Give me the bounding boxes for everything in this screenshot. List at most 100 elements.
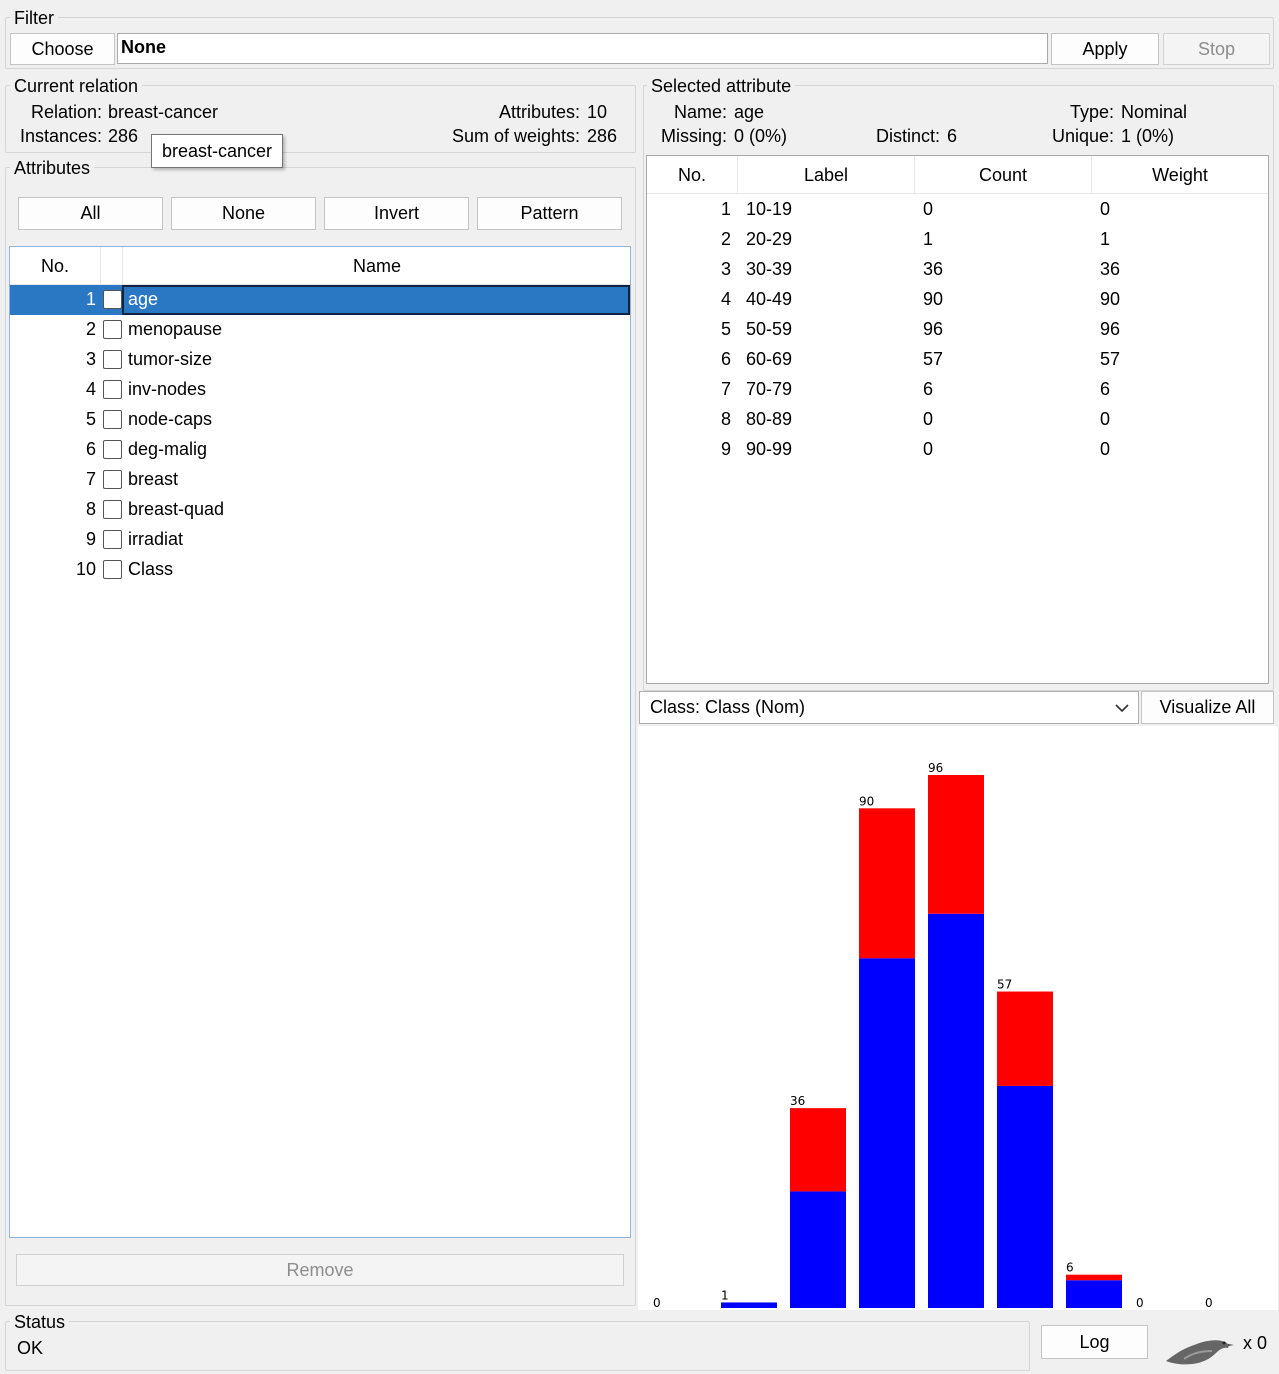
stop-button[interactable]: Stop [1163,33,1270,65]
attribute-row-name: tumor-size [128,349,213,369]
col-header-name[interactable]: Name [123,255,631,277]
attribute-checkbox[interactable] [103,500,122,519]
attribute-checkbox[interactable] [103,320,122,339]
instances-label: Instances: [19,126,102,146]
attribute-row-number: 4 [85,379,96,399]
bar-30-39-series-1 [790,1108,846,1192]
attribute-row-number: 5 [85,409,96,429]
attribute-checkbox[interactable] [103,470,122,489]
sel-missing-value: 0 (0%) [734,126,788,146]
label-row-weight: 1 [1100,229,1111,249]
bar-30-39-series-0 [790,1191,846,1308]
col-header-count[interactable]: Count [915,164,1091,186]
attributes-table[interactable]: No. Name 1 age 2 menopause 3 tumor-size … [9,246,631,1238]
label-row-count: 90 [923,289,944,309]
attribute-row-name: menopause [128,319,223,339]
attribute-checkbox[interactable] [103,560,122,579]
attribute-checkbox[interactable] [103,380,122,399]
attribute-checkbox[interactable] [103,530,122,549]
log-button[interactable]: Log [1041,1325,1148,1359]
attribute-row-name: inv-nodes [128,379,207,399]
label-row-no: 4 [720,289,731,309]
selected-attribute-legend: Selected attribute [647,76,796,96]
attribute-row-breast[interactable]: 7 breast [10,465,630,495]
label-row-no: 5 [720,319,731,339]
attribute-row-number: 8 [85,499,96,519]
label-row[interactable]: 3 30-39 36 36 [647,255,1268,285]
bar-label-20-29: 1 [721,1288,729,1302]
select-none-button[interactable]: None [171,197,316,230]
col-header-no[interactable]: No. [647,164,737,186]
class-select-value: Class: Class (Nom) [650,697,806,717]
col-header-no[interactable]: No. [10,255,100,277]
label-table-header: No. Label Count Weight [647,156,1268,194]
label-row[interactable]: 8 80-89 0 0 [647,405,1268,435]
label-row-count: 57 [923,349,944,369]
task-count: x 0 [1243,1333,1268,1353]
attribute-checkbox[interactable] [103,410,122,429]
filter-value-field[interactable]: None [117,33,1048,64]
sel-name-label: Name: [673,102,727,122]
attribute-row-age[interactable]: 1 age [10,285,630,315]
label-table[interactable]: No. Label Count Weight 1 10-19 0 0 2 20-… [646,155,1269,684]
label-row-weight: 36 [1100,259,1121,279]
filter-value-text: None [121,37,166,57]
label-row-weight: 0 [1100,439,1111,459]
col-header-weight[interactable]: Weight [1092,164,1268,186]
visualize-all-button[interactable]: Visualize All [1141,691,1274,724]
sel-distinct-label: Distinct: [875,126,940,146]
label-row[interactable]: 5 50-59 96 96 [647,315,1268,345]
current-relation-legend: Current relation [10,76,143,96]
label-row-no: 6 [720,349,731,369]
attribute-row-deg-malig[interactable]: 6 deg-malig [10,435,630,465]
label-row-label: 40-49 [746,289,793,309]
label-row-weight: 6 [1100,379,1111,399]
label-row-no: 2 [720,229,731,249]
label-row[interactable]: 2 20-29 1 1 [647,225,1268,255]
status-group [5,1321,1030,1371]
attribute-checkbox[interactable] [103,350,122,369]
attributes-table-header: No. Name [10,247,630,285]
weka-bird-icon[interactable] [1164,1333,1236,1369]
label-row-count: 0 [923,199,934,219]
label-row-label: 10-19 [746,199,793,219]
bar-70-79-series-0 [1066,1280,1122,1308]
attribute-row-irradiat[interactable]: 9 irradiat [10,525,630,555]
attribute-row-inv-nodes[interactable]: 4 inv-nodes [10,375,630,405]
bar-60-69-series-1 [997,991,1053,1086]
sel-missing-label: Missing: [660,126,727,146]
attribute-row-breast-quad[interactable]: 8 breast-quad [10,495,630,525]
class-select[interactable]: Class: Class (Nom) [639,691,1139,724]
pattern-button[interactable]: Pattern [477,197,622,230]
bar-70-79-series-1 [1066,1274,1122,1281]
label-row[interactable]: 1 10-19 0 0 [647,195,1268,225]
apply-button[interactable]: Apply [1051,33,1159,65]
attribute-row-tumor-size[interactable]: 3 tumor-size [10,345,630,375]
bar-20-29-series-0 [721,1302,777,1308]
attribute-checkbox[interactable] [103,440,122,459]
attribute-row-class[interactable]: 10 Class [10,555,630,585]
invert-button[interactable]: Invert [324,197,469,230]
label-row-label: 70-79 [746,379,793,399]
bar-label-50-59: 96 [928,761,943,775]
label-row[interactable]: 7 70-79 6 6 [647,375,1268,405]
label-row-no: 1 [720,199,731,219]
label-row-label: 80-89 [746,409,793,429]
select-all-button[interactable]: All [18,197,163,230]
bar-40-49-series-1 [859,808,915,959]
label-row[interactable]: 9 90-99 0 0 [647,435,1268,465]
remove-button[interactable]: Remove [16,1254,624,1286]
label-row-weight: 57 [1100,349,1121,369]
attribute-checkbox[interactable] [103,290,122,309]
label-row[interactable]: 4 40-49 90 90 [647,285,1268,315]
label-row[interactable]: 6 60-69 57 57 [647,345,1268,375]
bar-label-90-99: 0 [1205,1296,1213,1310]
relation-tooltip: breast-cancer [151,134,283,168]
choose-button[interactable]: Choose [10,33,115,65]
attribute-row-menopause[interactable]: 2 menopause [10,315,630,345]
bar-label-30-39: 36 [790,1094,805,1108]
col-header-label[interactable]: Label [738,164,914,186]
attribute-row-name: age [128,289,159,309]
attribute-row-node-caps[interactable]: 5 node-caps [10,405,630,435]
chevron-down-icon [1115,704,1129,713]
